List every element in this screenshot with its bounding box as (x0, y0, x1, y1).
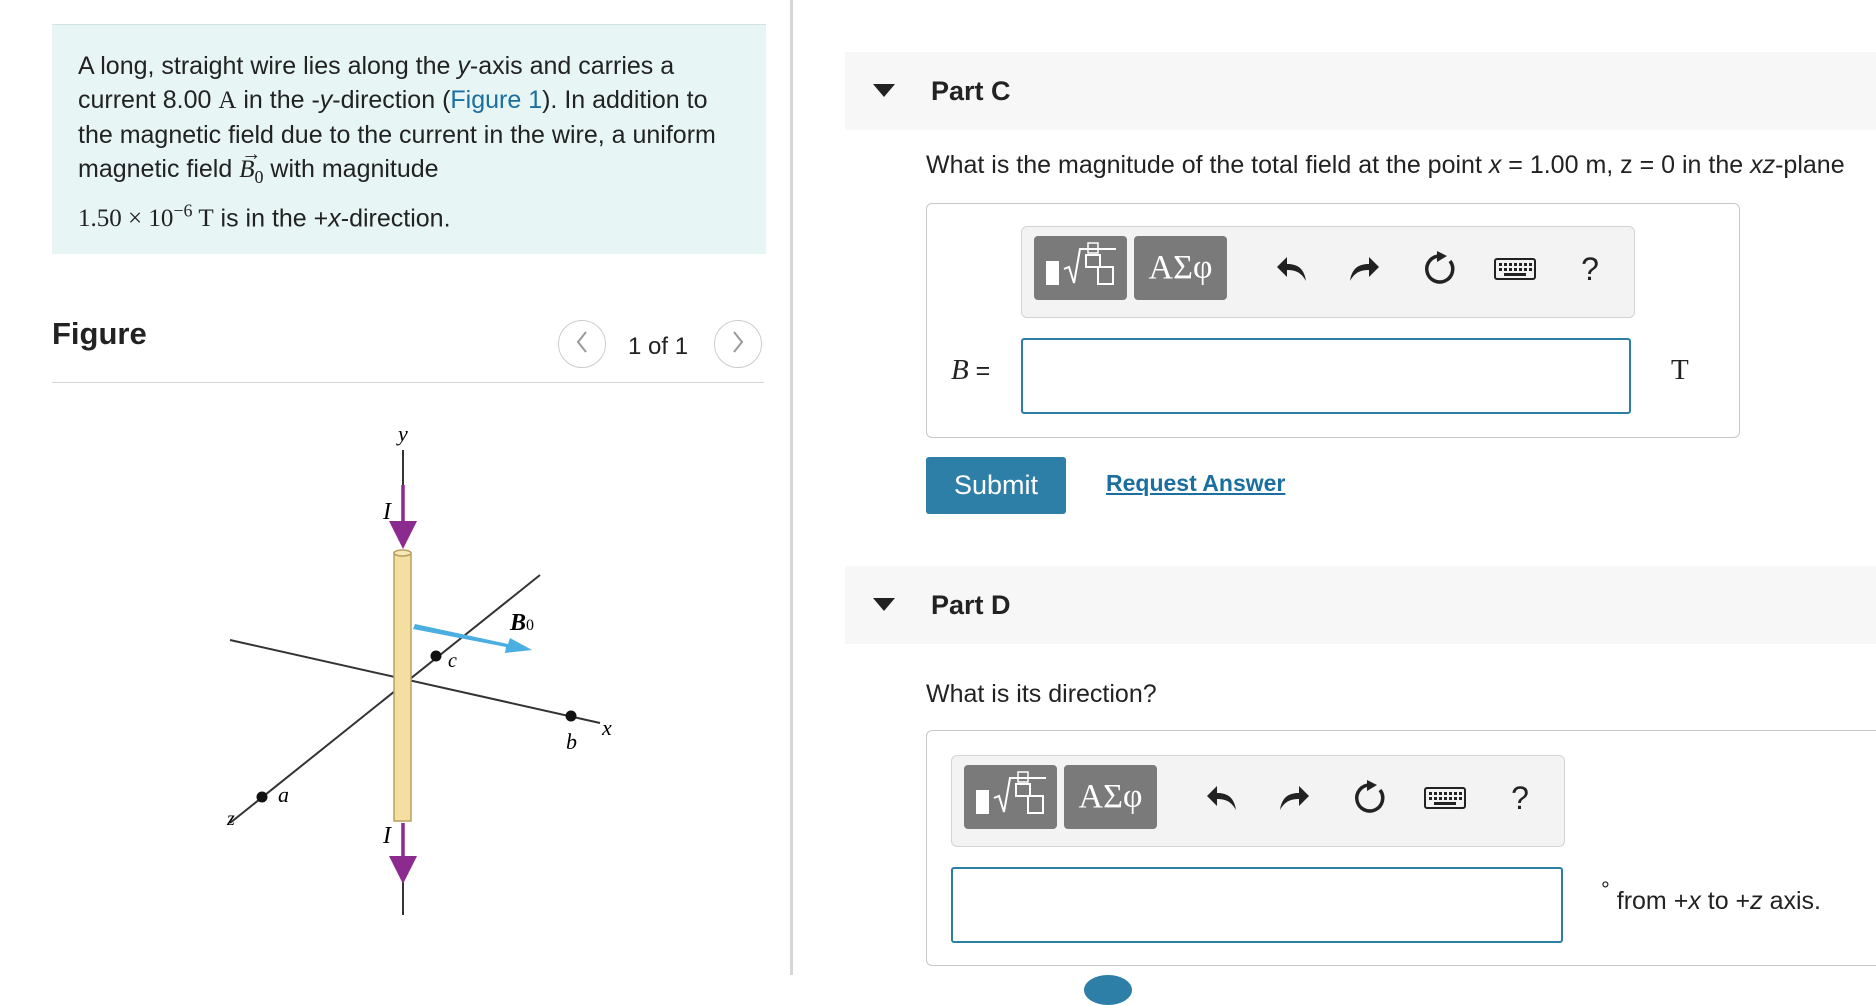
caret-down-icon (873, 84, 895, 97)
next-figure-button[interactable] (714, 320, 762, 368)
point-a (256, 791, 268, 803)
field-magnitude: 1.50 × 10−6 T (78, 201, 214, 233)
part-d-header[interactable]: Part D (845, 566, 1876, 644)
request-answer-link[interactable]: Request Answer (1106, 470, 1285, 497)
y-axis-label: y (396, 421, 408, 446)
undo-icon[interactable] (1202, 776, 1242, 820)
figure-title: Figure (52, 316, 147, 351)
panel-divider (790, 0, 793, 975)
redo-icon[interactable] (1274, 776, 1314, 820)
fraction-sqrt-icon (972, 770, 1050, 825)
keyboard-icon[interactable] (1422, 776, 1468, 820)
point-b-label: b (566, 729, 577, 754)
unit-label: T (1671, 354, 1689, 386)
part-c-question: What is the magnitude of the total field… (926, 151, 1845, 179)
caret-down-icon (873, 598, 895, 611)
unit-ampere: A (218, 87, 237, 114)
greek-symbols-button[interactable]: ΑΣφ (1064, 765, 1157, 829)
part-d-math-toolbar: ΑΣφ ? (951, 755, 1565, 847)
wire-top-cap (393, 549, 412, 557)
current-label-bottom: I (382, 823, 392, 849)
current-label-top: I (382, 499, 392, 525)
b-label: B = (951, 354, 991, 386)
point-c-label: c (448, 650, 457, 672)
x-axis-label: x (601, 715, 612, 740)
help-icon[interactable]: ? (1500, 776, 1540, 820)
left-panel: A long, straight wire lies along the y-a… (0, 0, 790, 986)
figure-divider (52, 382, 764, 383)
part-c-title: Part C (931, 76, 1011, 106)
part-c-answer-input[interactable] (1021, 338, 1631, 414)
x-axis (229, 639, 601, 724)
prev-figure-button[interactable] (558, 320, 606, 368)
undo-icon[interactable] (1272, 247, 1312, 291)
part-c-answer-box: ΑΣφ ? B = T (926, 203, 1740, 438)
fraction-sqrt-icon (1042, 241, 1120, 296)
chevron-right-icon (730, 330, 746, 359)
chevron-left-icon (574, 330, 590, 359)
point-c (430, 650, 442, 662)
greek-symbols-button[interactable]: ΑΣφ (1134, 236, 1227, 300)
part-c-math-toolbar: ΑΣφ ? (1021, 226, 1635, 318)
direction-unit-label: ° from +x to +z axis. (1601, 877, 1822, 915)
z-axis-label: z (226, 808, 235, 830)
part-c-header[interactable]: Part C (845, 52, 1876, 130)
problem-statement: A long, straight wire lies along the y-a… (52, 24, 766, 254)
wire (393, 552, 412, 822)
greek-symbols-label: ΑΣφ (1078, 778, 1143, 815)
part-d-question: What is its direction? (926, 680, 1157, 708)
b0-label: B0 (509, 610, 534, 636)
physics-figure: y I I x z B0 c b a (226, 421, 612, 915)
point-a-label: a (278, 782, 289, 807)
figure-link[interactable]: Figure 1 (450, 86, 542, 114)
part-d-title: Part D (931, 590, 1011, 620)
bottom-button-partial[interactable] (1084, 975, 1132, 1005)
part-d-answer-box: ΑΣφ ? ° from +x to +z axis. (926, 730, 1876, 966)
templates-button[interactable] (1034, 236, 1127, 300)
submit-button[interactable]: Submit (926, 457, 1066, 514)
b0-vector: → B0 (239, 143, 264, 187)
figure-counter: 1 of 1 (628, 333, 689, 360)
reset-icon[interactable] (1420, 247, 1460, 291)
reset-icon[interactable] (1350, 776, 1390, 820)
redo-icon[interactable] (1344, 247, 1384, 291)
part-d-answer-input[interactable] (951, 867, 1563, 943)
greek-symbols-label: ΑΣφ (1148, 249, 1213, 286)
point-b (565, 710, 577, 722)
templates-button[interactable] (964, 765, 1057, 829)
keyboard-icon[interactable] (1492, 247, 1538, 291)
help-icon[interactable]: ? (1570, 247, 1610, 291)
